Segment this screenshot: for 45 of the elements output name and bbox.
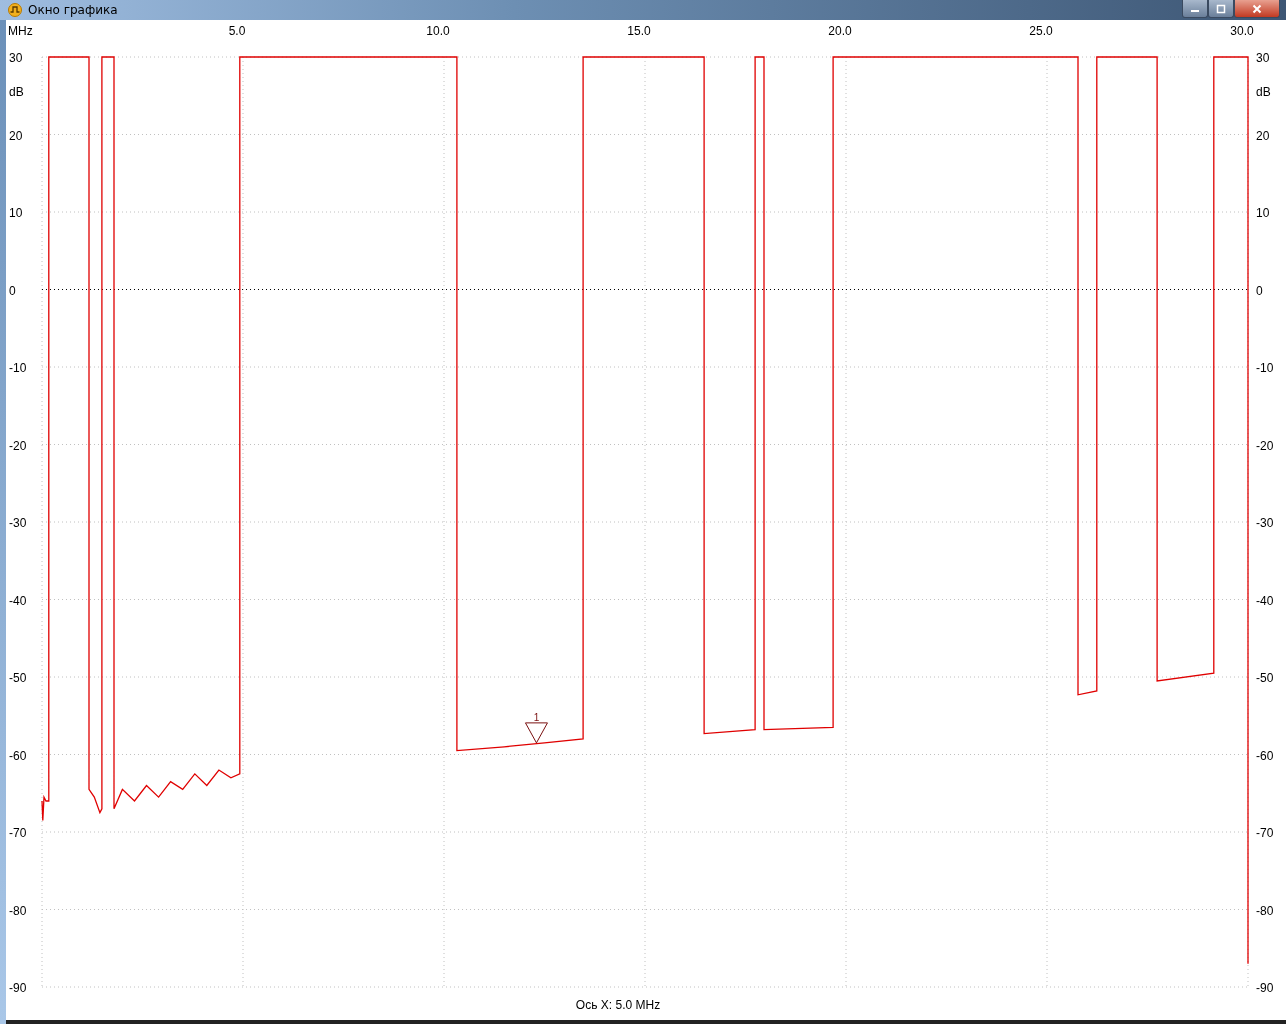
x-tick-label: 25.0	[1029, 24, 1053, 38]
y-tick-label: 10	[1256, 206, 1270, 220]
window-title: Окно графика	[28, 3, 119, 17]
y-tick-label: -10	[1256, 361, 1274, 375]
y-tick-label: -90	[1256, 981, 1274, 995]
x-tick-label: 20.0	[828, 24, 852, 38]
marker-label: 1	[533, 711, 540, 723]
y-tick-label: -80	[9, 903, 27, 918]
y-tick-label: -30	[9, 516, 27, 530]
maximize-icon	[1216, 3, 1226, 14]
x-tick-label: 30.0	[1230, 24, 1254, 38]
y-tick-label: 0	[9, 283, 16, 298]
y-tick-label: -40	[1256, 593, 1274, 608]
x-tick-label: 15.0	[627, 24, 651, 38]
minimize-button[interactable]	[1182, 0, 1208, 18]
close-button[interactable]	[1234, 0, 1280, 18]
y-tick-label: -90	[9, 981, 27, 995]
marker-triangle-icon[interactable]	[524, 722, 548, 744]
y-axis-unit: dB	[9, 85, 24, 99]
y-axis-unit: dB	[1256, 85, 1271, 99]
x-tick-label: 5.0	[228, 24, 246, 38]
x-tick-label: 10.0	[426, 24, 450, 38]
y-tick-label: -80	[1256, 903, 1274, 918]
y-tick-label: -60	[9, 748, 27, 763]
y-tick-label: 0	[1256, 283, 1263, 298]
y-tick-label: -50	[1256, 671, 1274, 685]
y-tick-label: -70	[9, 826, 27, 840]
x-axis-unit: MHz	[8, 24, 33, 38]
y-tick-label: -20	[1256, 438, 1274, 453]
y-tick-label: 30	[1256, 51, 1270, 65]
app-icon	[8, 3, 22, 17]
y-tick-label: 30	[9, 51, 23, 65]
maximize-button[interactable]	[1208, 0, 1234, 18]
y-tick-label: 20	[9, 128, 23, 143]
close-icon	[1252, 3, 1262, 14]
y-tick-label: -20	[9, 438, 27, 453]
y-tick-label: -10	[9, 361, 27, 375]
y-tick-label: -40	[9, 593, 27, 608]
cursor-readout: Ось X: 5.0 MHz	[575, 998, 661, 1012]
y-tick-label: -70	[1256, 826, 1274, 840]
y-tick-label: -50	[9, 671, 27, 685]
y-tick-label: -60	[1256, 748, 1274, 763]
y-tick-label: -30	[1256, 516, 1274, 530]
y-tick-label: 10	[9, 206, 23, 220]
y-tick-label: 20	[1256, 128, 1270, 143]
